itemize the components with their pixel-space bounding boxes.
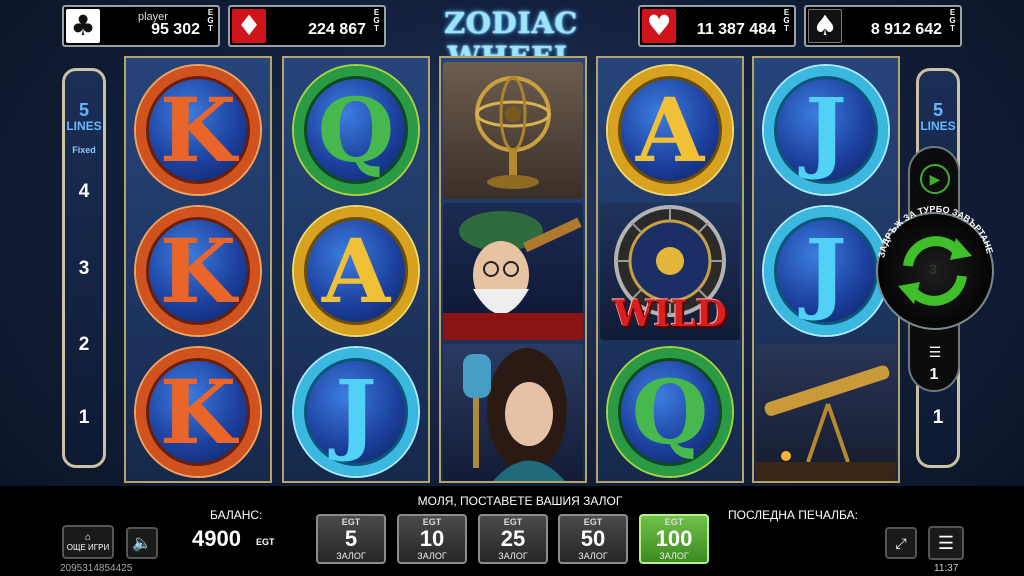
jackpot-spades-value: 8 912 642 [870, 21, 942, 38]
symbol-j: J [754, 60, 898, 201]
jackpot-tag: EGT [949, 8, 956, 33]
reel-2: Q A J [282, 56, 430, 483]
diamonds-icon: ♦ [232, 9, 266, 43]
svg-text:ЗАДРЪЖ ЗА ТУРБО ЗАВЪРТАНЕ: ЗАДРЪЖ ЗА ТУРБО ЗАВЪРТАНЕ [876, 206, 994, 258]
autoplay-settings-button[interactable]: ☰ [922, 344, 948, 364]
bet-button-5[interactable]: EGT 5 ЗАЛОГ [316, 514, 386, 564]
home-icon: ⌂ [84, 531, 92, 543]
more-games-button[interactable]: ⌂ ОЩЕ ИГРИ [62, 525, 114, 559]
hamburger-icon: ☰ [937, 532, 955, 553]
symbol-k: K [126, 342, 270, 483]
speaker-icon: 🔈 [132, 535, 152, 552]
jackpot-tag: EGT [783, 8, 790, 33]
line-number: 2 [78, 334, 90, 355]
last-win-label: ПОСЛЕДНА ПЕЧАЛБА: [728, 508, 858, 522]
play-icon: ▶ [929, 170, 941, 187]
lady-icon [463, 348, 567, 481]
reel-4: A WILD Q [596, 56, 744, 483]
autoplay-button[interactable]: ▶ [920, 164, 950, 194]
reel-1: K K K [124, 56, 272, 483]
astronomer-icon [443, 211, 583, 340]
symbol-astronomer [441, 201, 585, 342]
jackpot-spades: ♠ 8 912 642 EGT [804, 5, 962, 47]
jackpot-clubs-value: 95 302 [151, 21, 200, 38]
jackpot-clubs: ♣ player 95 302 EGT [62, 5, 220, 47]
jackpot-tag: EGT [207, 8, 214, 33]
symbol-wild: WILD [598, 201, 742, 342]
session-id: 2095314854425 [60, 563, 133, 574]
hearts-icon: ♥ [642, 9, 676, 43]
symbol-k: K [126, 201, 270, 342]
reel-3 [439, 56, 587, 483]
turbo-hint-arc: ЗАДРЪЖ ЗА ТУРБО ЗАВЪРТАНЕ [876, 206, 994, 258]
jackpot-diamonds: ♦ 224 867 EGT [228, 5, 386, 47]
symbol-k: K [126, 60, 270, 201]
line-number: 1 [932, 407, 944, 428]
symbol-telescope [754, 342, 898, 483]
jackpot-hearts: ♥ 11 387 484 EGT [638, 5, 796, 47]
jackpot-diamonds-value: 224 867 [308, 21, 366, 38]
symbol-lady-with-lantern [441, 342, 585, 483]
line-number: 1 [78, 407, 90, 428]
jackpot-hearts-value: 11 387 484 [696, 21, 776, 38]
clubs-icon: ♣ [66, 9, 100, 43]
wild-label: WILD [613, 293, 727, 335]
symbol-q: Q [284, 60, 428, 201]
symbol-a: A [284, 201, 428, 342]
autoplay-count: 1 [929, 366, 939, 383]
game-logo: ZODIAC WHEEL [444, 6, 578, 74]
balance-value: 4900 [192, 526, 241, 551]
spades-icon: ♠ [808, 9, 842, 43]
place-bet-prompt: МОЛЯ, ПОСТАВЕТЕ ВАШИЯ ЗАЛОГ [417, 494, 623, 508]
lines-panel-left: 5 LINES Fixed 4 3 2 1 [62, 68, 106, 468]
line-number: 3 [78, 258, 90, 279]
settings-list-icon: ☰ [928, 344, 942, 360]
lines-count: 5 LINES [920, 100, 956, 133]
symbol-j: J [284, 342, 428, 483]
symbol-armillary-sphere [441, 60, 585, 201]
bet-button-25[interactable]: EGT 25 ЗАЛОГ [478, 514, 548, 564]
telescope-icon [756, 365, 896, 481]
symbol-q: Q [598, 342, 742, 483]
expand-icon: ⤢ [895, 534, 907, 551]
menu-button[interactable]: ☰ [928, 526, 964, 560]
line-number: 4 [78, 181, 90, 202]
symbol-a: A [598, 60, 742, 201]
more-games-label: ОЩЕ ИГРИ [66, 542, 110, 552]
jackpot-tag: EGT [373, 8, 380, 33]
bet-button-100[interactable]: EGT 100 ЗАЛОГ [639, 514, 709, 564]
lines-fixed-label: Fixed [72, 145, 96, 155]
clock: 11:37 [934, 563, 959, 574]
bet-button-10[interactable]: EGT 10 ЗАЛОГ [397, 514, 467, 564]
lines-count: 5 LINES [66, 100, 102, 133]
sound-button[interactable]: 🔈 [126, 527, 158, 559]
fullscreen-button[interactable]: ⤢ [885, 527, 917, 559]
armillary-sphere-icon [475, 76, 551, 189]
balance-currency: EGT [256, 537, 275, 547]
bet-button-50[interactable]: EGT 50 ЗАЛОГ [558, 514, 628, 564]
balance-label: БАЛАНС: [210, 508, 263, 522]
